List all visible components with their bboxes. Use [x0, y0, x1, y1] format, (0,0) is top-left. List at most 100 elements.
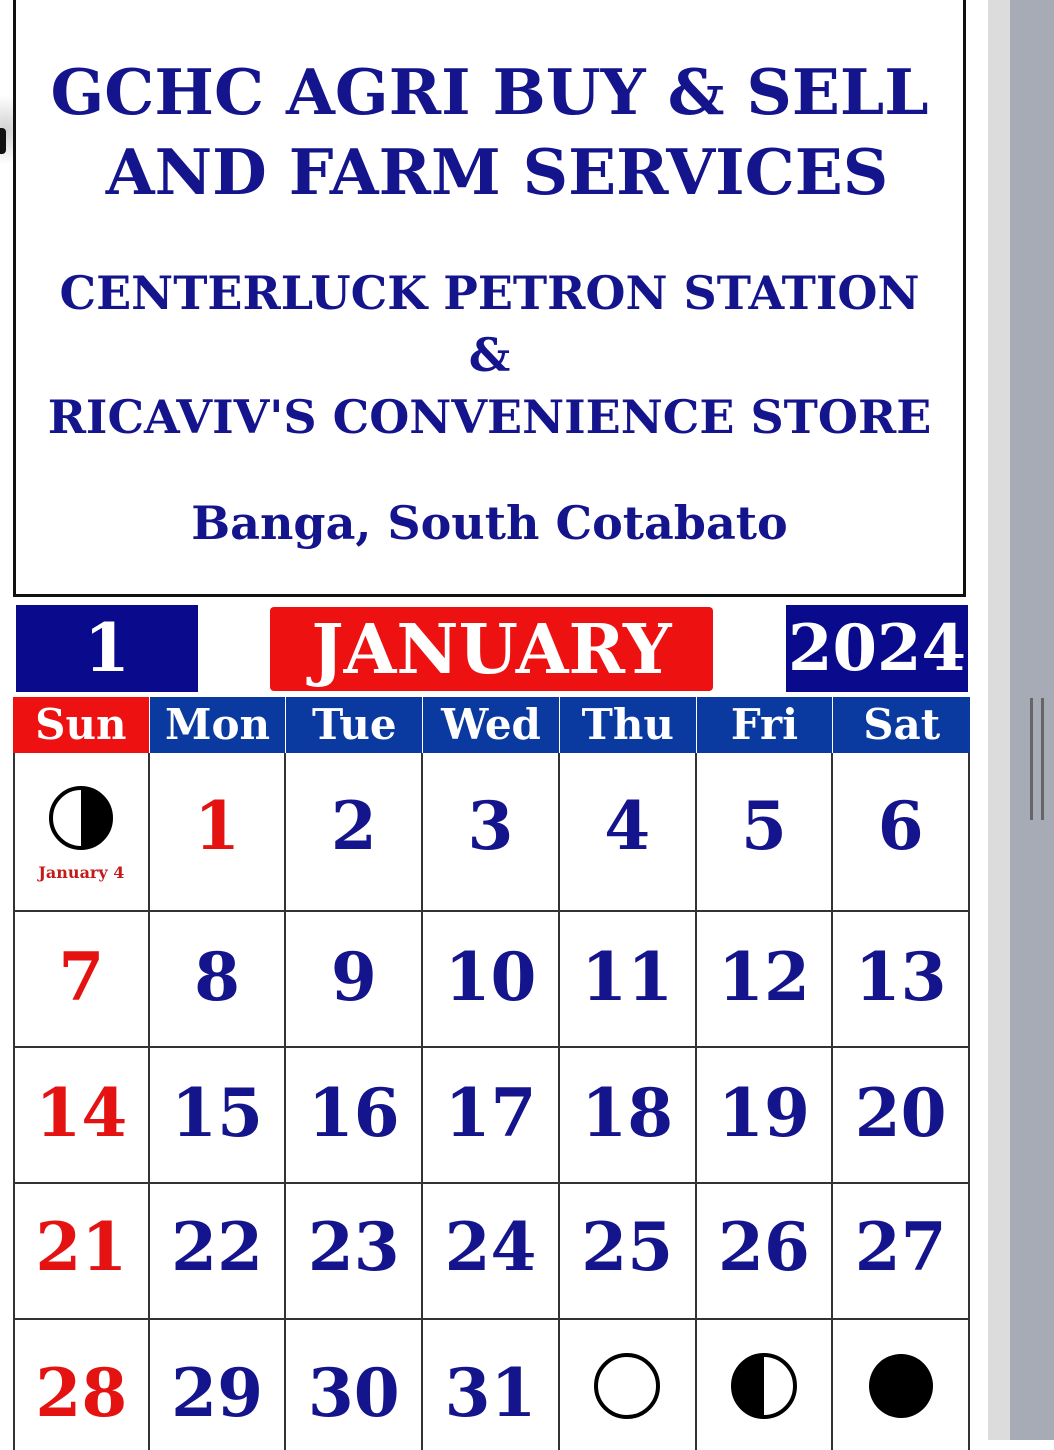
day-number: 8	[194, 938, 241, 1016]
day-cell: 23	[286, 1184, 424, 1320]
day-number: 10	[444, 938, 537, 1016]
day-cell	[833, 1320, 971, 1450]
scroll-track	[988, 0, 1010, 1440]
day-number: 2	[330, 787, 377, 865]
day-cell: 27	[833, 1184, 971, 1320]
day-cell: 26	[696, 1184, 834, 1320]
last-quarter-moon-icon	[49, 786, 114, 850]
day-cell: 25	[559, 1184, 697, 1320]
day-cell: 3	[423, 753, 560, 912]
year: 2024	[786, 605, 968, 692]
day-number: 17	[444, 1074, 537, 1152]
day-cell: 24	[423, 1184, 560, 1320]
day-number: 31	[444, 1354, 537, 1432]
weekday-thu: Thu	[559, 697, 697, 753]
day-cell: 9	[286, 912, 424, 1048]
day-cell	[560, 1320, 697, 1450]
day-cell: 7	[13, 912, 150, 1048]
weekday-tue: Tue	[286, 697, 424, 753]
first-quarter-moon-icon	[730, 1353, 797, 1419]
edge-handle	[0, 128, 6, 154]
title-line-2: AND FARM SERVICES	[105, 135, 889, 209]
day-cell: January 4	[13, 753, 150, 912]
weekday-header-row: Sun Mon Tue Wed Thu Fri Sat	[13, 697, 971, 753]
full-moon-icon	[594, 1353, 661, 1419]
business-name: GCHC AGRI BUY & SELL AND FARM SERVICES	[16, 52, 963, 212]
day-cell: 8	[149, 912, 287, 1048]
calendar-grid: Sun Mon Tue Wed Thu Fri Sat January 4 1 …	[13, 697, 971, 1450]
weekday-fri: Fri	[696, 697, 834, 753]
day-number: 30	[307, 1354, 400, 1432]
month-number: 1	[16, 605, 198, 692]
week-row: 14 15 16 17 18 19 20	[13, 1048, 971, 1184]
day-number: 22	[171, 1208, 263, 1286]
day-cell: 30	[286, 1320, 424, 1450]
weekday-sun: Sun	[13, 697, 150, 753]
day-number: 26	[718, 1208, 810, 1286]
title-line-1: GCHC AGRI BUY & SELL	[50, 55, 929, 129]
day-number: 13	[854, 938, 947, 1016]
day-cell: 4	[559, 753, 697, 912]
business-location: Banga, South Cotabato	[191, 496, 788, 550]
day-cell: 31	[423, 1320, 560, 1450]
day-number: 19	[718, 1074, 810, 1152]
day-cell	[697, 1320, 834, 1450]
day-number: 23	[307, 1208, 400, 1286]
week-row: January 4 1 2 3 4 5 6	[13, 753, 971, 912]
day-cell: 14	[13, 1048, 150, 1184]
day-number: 21	[35, 1208, 128, 1286]
day-number: 7	[58, 938, 105, 1016]
day-cell: 2	[286, 753, 424, 912]
day-cell: 20	[833, 1048, 971, 1184]
day-cell: 13	[833, 912, 971, 1048]
day-cell: 6	[833, 753, 971, 912]
day-cell: 5	[696, 753, 834, 912]
day-number: 16	[307, 1074, 400, 1152]
day-number: 9	[330, 938, 377, 1016]
day-cell: 19	[696, 1048, 834, 1184]
day-cell: 10	[423, 912, 560, 1048]
day-number: 25	[581, 1208, 674, 1286]
day-number: 4	[604, 787, 651, 865]
weekday-mon: Mon	[149, 697, 287, 753]
day-cell: 17	[423, 1048, 560, 1184]
day-number: 6	[877, 787, 924, 865]
day-number: 11	[581, 938, 674, 1016]
day-cell: 12	[696, 912, 834, 1048]
day-number: 27	[854, 1208, 947, 1286]
day-number: 20	[854, 1074, 947, 1152]
day-number: 5	[740, 787, 787, 865]
moon-phase-caption: January 4	[38, 863, 125, 882]
week-row: 28 29 30 31	[13, 1320, 971, 1450]
month-bar: 1 JANUARY 2024	[13, 605, 968, 692]
day-number: 15	[171, 1074, 263, 1152]
day-number: 14	[35, 1074, 128, 1152]
week-row: 21 22 23 24 25 26 27	[13, 1184, 971, 1320]
day-number: 18	[581, 1074, 674, 1152]
day-cell: 21	[13, 1184, 150, 1320]
day-cell: 29	[150, 1320, 287, 1450]
day-cell: 1	[149, 753, 287, 912]
subtitle-line-1: CENTERLUCK PETRON STATION	[59, 266, 920, 320]
scroll-handle[interactable]	[1030, 698, 1044, 820]
new-moon-icon	[868, 1354, 933, 1418]
weekday-wed: Wed	[423, 697, 560, 753]
weekday-sat: Sat	[833, 697, 971, 753]
day-cell: 16	[286, 1048, 424, 1184]
day-cell: 18	[559, 1048, 697, 1184]
subtitle-line-2: &	[468, 328, 511, 382]
day-number: 24	[444, 1208, 537, 1286]
month-name: JANUARY	[270, 607, 713, 691]
day-number: 28	[35, 1354, 128, 1432]
business-header: GCHC AGRI BUY & SELL AND FARM SERVICES C…	[13, 0, 966, 597]
business-subtitle: CENTERLUCK PETRON STATION & RICAVIV'S CO…	[16, 262, 963, 448]
day-number: 3	[467, 787, 514, 865]
day-number: 1	[194, 787, 241, 865]
day-cell: 15	[149, 1048, 287, 1184]
day-cell: 28	[13, 1320, 150, 1450]
day-number: 12	[718, 938, 810, 1016]
week-row: 7 8 9 10 11 12 13	[13, 912, 971, 1048]
day-number: 29	[171, 1354, 263, 1432]
day-cell: 11	[559, 912, 697, 1048]
day-cell: 22	[149, 1184, 287, 1320]
